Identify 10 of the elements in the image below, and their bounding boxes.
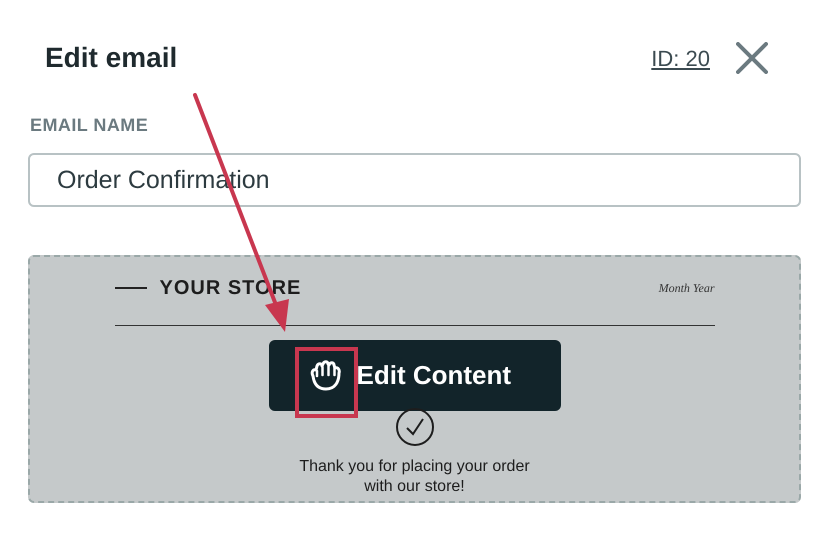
close-icon[interactable]: [736, 42, 768, 74]
dialog-title: Edit email: [45, 41, 178, 75]
highlight-frame: [295, 347, 358, 418]
date-text: Month Year: [658, 280, 714, 297]
field-label: EMAIL NAME: [29, 114, 150, 137]
thank-you-message: Thank you for placing your order with our store!: [298, 457, 531, 497]
id-link[interactable]: ID: 20: [651, 42, 710, 74]
edit-content-button[interactable]: Edit Content: [268, 340, 560, 411]
dash-mark: [114, 287, 146, 289]
check-circle-icon: [394, 407, 434, 447]
